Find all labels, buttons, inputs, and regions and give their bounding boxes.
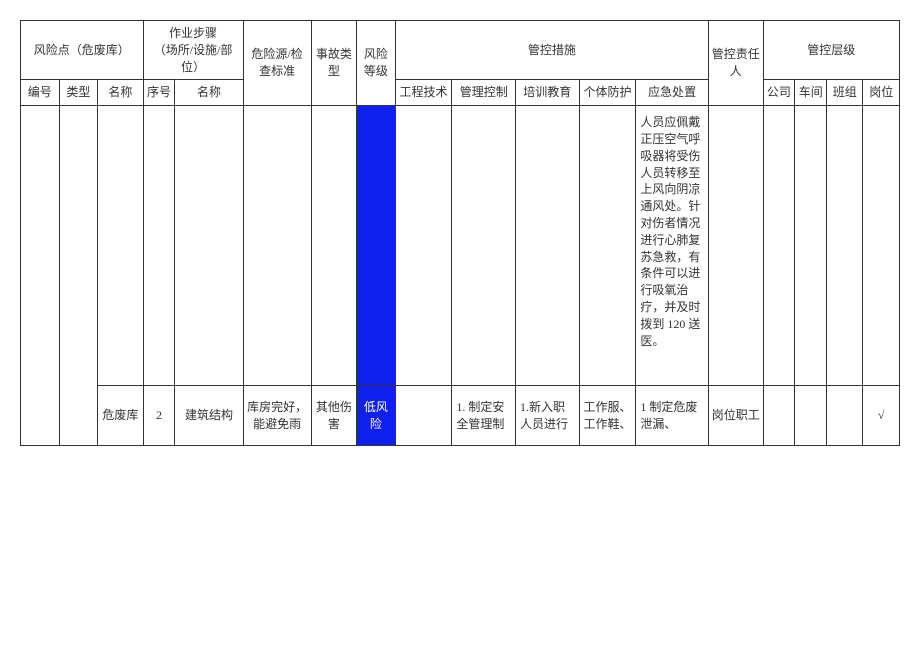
cell-std: 库房完好，能避免雨 (243, 386, 311, 446)
document-page: 风险点（危废库） 作业步骤 （场所/设施/部位） 危险源/检查标准 事故类型 风… (20, 20, 900, 446)
header-hazard-std: 危险源/检查标准 (243, 21, 311, 106)
table-header: 风险点（危废库） 作业步骤 （场所/设施/部位） 危险源/检查标准 事故类型 风… (21, 21, 900, 106)
cell-zr (709, 106, 764, 386)
cell-px: 1.新入职人员进行 (515, 386, 579, 446)
header-sub-gt: 个体防护 (579, 80, 636, 106)
cell-zr: 岗位职工 (709, 386, 764, 446)
cell-cj (795, 386, 827, 446)
cell-sglx (311, 106, 356, 386)
header-sub-mc2: 名称 (175, 80, 243, 106)
cell-yj: 1 制定危废泄漏、 (636, 386, 709, 446)
cell-sglx: 其他伤害 (311, 386, 356, 446)
cell-std (243, 106, 311, 386)
cell-risk-level (357, 106, 396, 386)
table-row: 人员应佩戴正压空气呼吸器将受伤人员转移至上风向阴凉通风处。针对伤者情况进行心肺复… (21, 106, 900, 386)
header-sub-gc: 工程技术 (395, 80, 452, 106)
table-row: 危废库 2 建筑结构 库房完好，能避免雨 其他伤害 低风险 1. 制定安全管理制… (21, 386, 900, 446)
cell-lx (59, 106, 98, 446)
header-sub-bz: 班组 (827, 80, 863, 106)
cell-xh (143, 106, 175, 386)
cell-mc2: 建筑结构 (175, 386, 243, 446)
header-sub-bh: 编号 (21, 80, 60, 106)
cell-gs (763, 106, 795, 386)
cell-mc: 危废库 (98, 386, 143, 446)
cell-bh (21, 106, 60, 446)
header-work-step: 作业步骤 （场所/设施/部位） (143, 21, 243, 80)
table-body: 人员应佩戴正压空气呼吸器将受伤人员转移至上风向阴凉通风处。针对伤者情况进行心肺复… (21, 106, 900, 446)
header-sub-mc: 名称 (98, 80, 143, 106)
header-control-person: 管控责任人 (709, 21, 764, 106)
cell-gl (452, 106, 516, 386)
cell-gs (763, 386, 795, 446)
cell-xh: 2 (143, 386, 175, 446)
cell-gw: √ (863, 386, 900, 446)
cell-yj: 人员应佩戴正压空气呼吸器将受伤人员转移至上风向阴凉通风处。针对伤者情况进行心肺复… (636, 106, 709, 386)
cell-px (515, 106, 579, 386)
cell-gt: 工作服、工作鞋、 (579, 386, 636, 446)
cell-gc (395, 386, 452, 446)
header-control-measures: 管控措施 (395, 21, 708, 80)
cell-risk-level: 低风险 (357, 386, 396, 446)
header-risk-level: 风险等级 (357, 21, 396, 106)
header-sub-lx: 类型 (59, 80, 98, 106)
risk-table: 风险点（危废库） 作业步骤 （场所/设施/部位） 危险源/检查标准 事故类型 风… (20, 20, 900, 446)
header-sub-px: 培训教育 (515, 80, 579, 106)
cell-cj (795, 106, 827, 386)
header-sub-yj: 应急处置 (636, 80, 709, 106)
cell-mc (98, 106, 143, 386)
header-sub-cj: 车间 (795, 80, 827, 106)
cell-gc (395, 106, 452, 386)
cell-bz (827, 386, 863, 446)
header-accident-type: 事故类型 (311, 21, 356, 106)
header-sub-gw: 岗位 (863, 80, 900, 106)
header-sub-gs: 公司 (763, 80, 795, 106)
header-sub-gl: 管理控制 (452, 80, 516, 106)
header-control-level: 管控层级 (763, 21, 899, 80)
cell-bz (827, 106, 863, 386)
cell-gl: 1. 制定安全管理制 (452, 386, 516, 446)
cell-gw (863, 106, 900, 386)
header-sub-xh: 序号 (143, 80, 175, 106)
cell-mc2 (175, 106, 243, 386)
cell-gt (579, 106, 636, 386)
header-risk-point: 风险点（危废库） (21, 21, 144, 80)
